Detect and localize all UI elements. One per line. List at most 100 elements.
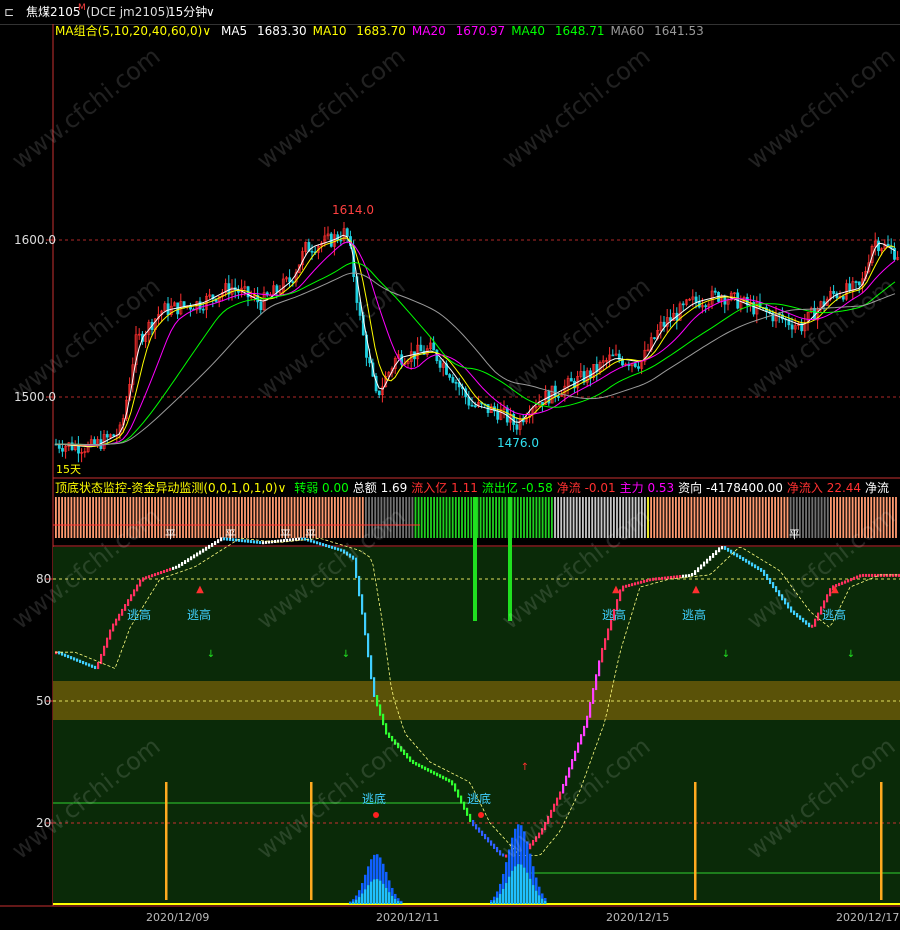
money-flow-bar <box>349 902 352 904</box>
state-bar <box>715 497 718 538</box>
indicator-label: 转弱 <box>294 481 323 495</box>
indicator-bar <box>871 573 874 577</box>
indicator-bar <box>385 723 388 735</box>
indicator-bar <box>703 561 706 567</box>
chevron-down-icon[interactable]: ∨ <box>278 481 287 495</box>
indicator-bar <box>274 539 277 543</box>
chart-canvas[interactable]: ▲ ▲ ▲ ▲ ↑ ↓ ↓ ↓ ↓ www.cfchi.com www.cfchi.com www.c… <box>0 0 900 930</box>
indicator-bar <box>442 775 445 780</box>
state-bar <box>470 497 473 538</box>
indicator-bar <box>718 547 721 553</box>
money-flow-bar <box>352 901 355 904</box>
candle-body <box>653 337 656 339</box>
flow-spike <box>473 497 477 621</box>
indicator-bar <box>631 583 634 587</box>
indicator-bar <box>418 763 421 768</box>
state-bar <box>337 497 339 538</box>
indicator-bar <box>70 656 73 660</box>
state-bar <box>547 497 550 538</box>
indicator-bar <box>121 608 124 616</box>
candle-body <box>611 354 615 357</box>
price-tick-1600: 1600.0 <box>14 233 56 247</box>
indicator-bar <box>652 577 655 581</box>
indicator-bar <box>706 558 709 564</box>
state-bar <box>709 497 711 538</box>
indicator-bar <box>721 546 724 550</box>
state-mark: 平 <box>225 528 236 541</box>
indicator-bar <box>889 573 892 577</box>
money-flow-bar <box>496 897 499 904</box>
state-bar <box>554 497 556 538</box>
indicator-bar <box>691 572 694 577</box>
candle-body <box>496 410 500 420</box>
state-bar <box>411 497 414 538</box>
state-bar <box>194 497 197 538</box>
money-flow-bar <box>394 898 397 904</box>
state-bar <box>811 497 814 538</box>
indicator-bar <box>880 573 883 577</box>
escape-low-label: 逃底 <box>362 792 387 806</box>
ind-tick-80: 80 <box>36 572 52 586</box>
indicator-bar <box>493 843 496 849</box>
state-bar <box>250 497 253 538</box>
indicator-bar <box>220 537 223 542</box>
state-bar <box>73 497 76 538</box>
indicator-bar <box>490 840 493 846</box>
state-bar <box>718 497 721 538</box>
money-flow-bar <box>358 897 361 904</box>
candle-body <box>877 240 880 252</box>
candle-body <box>57 443 61 449</box>
indicator-bar <box>256 540 259 544</box>
ma5-line <box>54 234 896 448</box>
indicator-bar <box>94 665 97 670</box>
state-bar <box>489 497 491 538</box>
indicator-bar <box>145 576 148 580</box>
candle-body <box>633 363 637 367</box>
indicator-bar <box>142 577 145 582</box>
indicator-bar <box>478 827 481 833</box>
indicator-bar <box>151 574 154 578</box>
up-arrow-icon: ▲ <box>692 584 700 595</box>
state-bar <box>334 497 336 538</box>
period-note: 15天 <box>56 463 81 476</box>
state-bar <box>175 497 178 538</box>
indicator-bar <box>487 837 490 843</box>
indicator-bar <box>574 750 577 762</box>
state-bar <box>182 497 184 538</box>
state-bar <box>340 497 342 538</box>
indicator-legend: 顶底状态监控-资金异动监测(0,0,1,0,1,0)∨ 转弱 0.00 总额 1.… <box>55 480 897 496</box>
money-flow-bar <box>373 879 376 904</box>
state-bar <box>272 497 274 538</box>
indicator-bar <box>847 579 850 583</box>
state-bar <box>498 497 501 538</box>
state-bar <box>752 497 755 538</box>
candle-body <box>61 448 64 452</box>
indicator-bar <box>580 734 583 745</box>
indicator-bar <box>484 833 487 840</box>
indicator-name[interactable]: 顶底状态监控-资金异动监测(0,0,1,0,1,0) <box>55 481 278 495</box>
state-bar <box>594 497 597 538</box>
state-bar <box>780 497 783 538</box>
state-bar <box>197 497 200 538</box>
state-bar <box>160 497 163 538</box>
indicator-bar <box>253 540 256 544</box>
indicator-bar <box>481 830 484 836</box>
state-bar <box>706 497 708 538</box>
candle-body <box>704 305 708 308</box>
indicator-bar <box>754 564 757 569</box>
indicator-bar <box>571 759 574 770</box>
candle-body <box>515 424 519 430</box>
indicator-bar <box>739 555 742 560</box>
candle-body <box>637 366 640 369</box>
state-bar <box>439 497 442 538</box>
candle-body <box>419 344 423 352</box>
state-bar <box>247 497 249 538</box>
indicator-bar <box>853 576 856 580</box>
state-bar <box>219 497 222 538</box>
indicator-bar <box>148 575 151 579</box>
high-price-label: 1614.0 <box>332 203 374 217</box>
indicator-bar <box>133 589 136 597</box>
money-flow-bar <box>490 902 493 904</box>
candle-body <box>582 371 586 383</box>
indicator-value: 1.69 <box>380 481 408 495</box>
